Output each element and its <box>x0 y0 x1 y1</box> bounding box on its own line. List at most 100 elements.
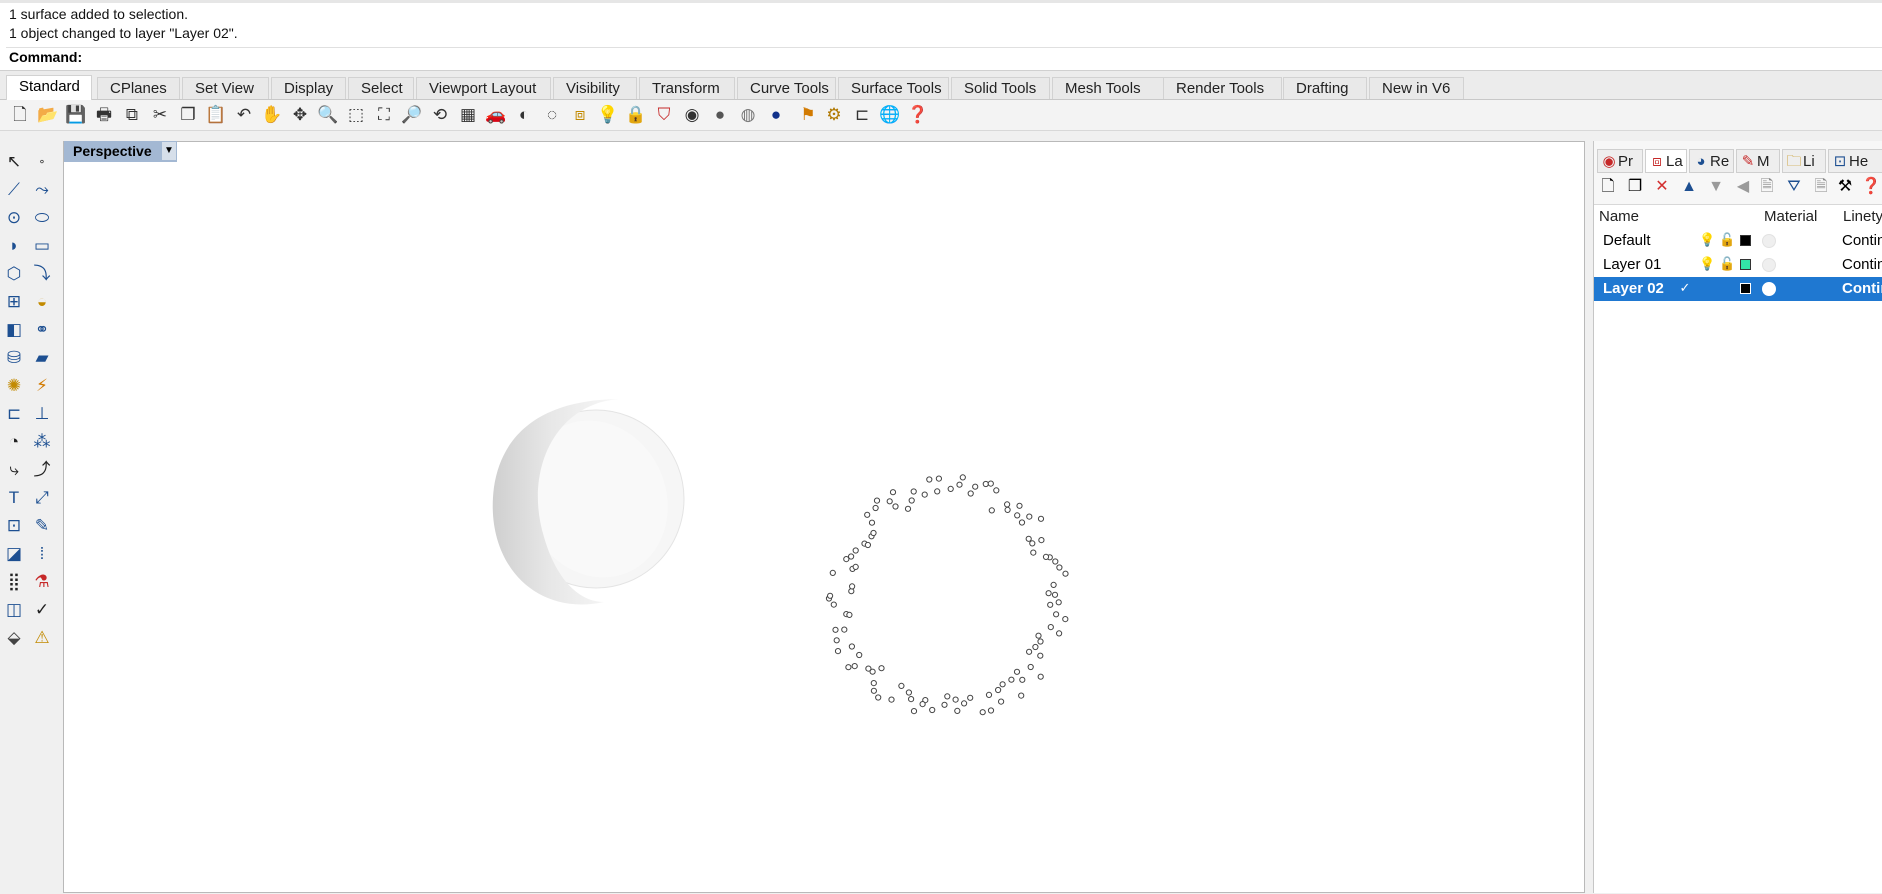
point-object[interactable] <box>1056 630 1063 637</box>
new-layer-icon[interactable]: 🗋 <box>1598 177 1618 197</box>
point-object[interactable] <box>1026 648 1033 655</box>
point-object[interactable] <box>972 483 979 490</box>
hammer-icon[interactable]: ⚒ <box>1835 177 1855 197</box>
point-object[interactable] <box>947 485 954 492</box>
rendered-sphere-icon[interactable]: ● <box>765 104 787 126</box>
point-object[interactable] <box>829 569 836 576</box>
point-object[interactable] <box>865 665 872 672</box>
point-object[interactable] <box>935 475 943 482</box>
tab-select[interactable]: Select <box>348 77 414 99</box>
light-icon[interactable]: ✺ <box>3 375 25 397</box>
pan-hand-icon[interactable]: ✋ <box>261 104 283 126</box>
surface-points-icon[interactable]: ⊞ <box>3 291 25 313</box>
rotate-camera-icon[interactable]: ⟲ <box>429 104 451 126</box>
tab-cplanes[interactable]: CPlanes <box>97 77 180 99</box>
point-object[interactable] <box>870 529 877 537</box>
viewport-canvas[interactable] <box>64 142 1586 894</box>
tab-visibility[interactable]: Visibility <box>553 77 637 99</box>
split-icon[interactable]: ⁂ <box>31 431 53 453</box>
point-object[interactable] <box>834 648 842 655</box>
current-layer-check-icon[interactable]: ✓ <box>1677 280 1693 296</box>
point-object[interactable] <box>1038 537 1045 544</box>
rotate-view-icon[interactable]: ✥ <box>289 104 311 126</box>
point-object[interactable] <box>1056 564 1063 571</box>
point-object[interactable] <box>904 505 912 512</box>
point-object[interactable] <box>961 700 968 707</box>
point-object[interactable] <box>1008 676 1015 683</box>
point-object[interactable] <box>852 547 859 554</box>
point-object[interactable] <box>988 507 995 514</box>
layer-options-icon[interactable]: 🗎 <box>1757 177 1777 197</box>
layer-row-default[interactable]: Default 💡 🔓 Contin <box>1594 229 1882 253</box>
point-object[interactable] <box>868 519 876 526</box>
point-object[interactable] <box>979 709 986 716</box>
point-object[interactable] <box>929 706 936 714</box>
loft-surface-icon[interactable]: ◒ <box>31 291 53 313</box>
point-object[interactable] <box>998 698 1005 705</box>
point-object[interactable] <box>1037 652 1044 659</box>
layer-color-swatch[interactable] <box>1740 283 1751 294</box>
point-object[interactable] <box>1051 591 1059 598</box>
point-object[interactable] <box>889 489 897 496</box>
panel-tab-materials[interactable]: ✎ M <box>1736 149 1780 173</box>
lightbulb-on-icon[interactable]: 💡 <box>1699 256 1715 272</box>
command-input[interactable] <box>94 50 1878 68</box>
explode-icon[interactable]: ⤴ <box>31 459 53 481</box>
trim-icon[interactable]: ◔ <box>3 431 25 453</box>
dimension-icon[interactable]: ⊏ <box>851 104 873 126</box>
panel-tab-properties[interactable]: ◉ Pr <box>1597 149 1643 173</box>
point-object[interactable] <box>1016 502 1023 509</box>
point-object[interactable] <box>878 665 885 672</box>
material-dot[interactable] <box>1762 234 1776 248</box>
point-cloud[interactable] <box>825 474 1069 716</box>
point-object[interactable] <box>967 490 974 497</box>
tab-display[interactable]: Display <box>271 77 346 99</box>
leader-icon[interactable]: ⊥ <box>31 403 53 425</box>
perspective-viewport[interactable] <box>63 141 1585 893</box>
zoom-selected-icon[interactable]: 🔎 <box>401 104 423 126</box>
color-wheel-icon[interactable]: ◉ <box>681 104 703 126</box>
point-object[interactable] <box>1032 643 1039 651</box>
tab-curve-tools[interactable]: Curve Tools <box>737 77 836 99</box>
import-icon[interactable]: ⧉ <box>121 104 143 126</box>
point-object[interactable] <box>982 480 989 488</box>
move-down-icon[interactable]: ▼ <box>1706 177 1726 197</box>
point-object[interactable] <box>833 637 840 644</box>
point-object[interactable] <box>934 488 941 495</box>
point-object[interactable] <box>926 476 933 483</box>
boolean-union-icon[interactable]: ⚭ <box>31 319 53 341</box>
point-object[interactable] <box>995 686 1002 694</box>
dimension-tool-icon[interactable]: ⊏ <box>3 403 25 425</box>
point-object[interactable] <box>1030 549 1037 556</box>
show-icon[interactable]: ◌ <box>541 104 563 126</box>
point-object[interactable] <box>886 498 893 505</box>
tab-set-view[interactable]: Set View <box>182 77 269 99</box>
point-object[interactable] <box>1027 663 1034 671</box>
point-object[interactable] <box>1004 506 1011 513</box>
point-object[interactable] <box>1055 599 1062 606</box>
point-object[interactable] <box>1045 590 1052 597</box>
point-object[interactable] <box>875 694 882 701</box>
join-icon[interactable]: ⤷ <box>3 459 25 481</box>
block-icon[interactable]: ⚗ <box>31 571 53 593</box>
new-file-icon[interactable]: 🗋 <box>9 104 31 126</box>
point-object[interactable] <box>1026 513 1033 520</box>
point-object[interactable] <box>1035 632 1042 639</box>
point-object[interactable] <box>1052 558 1059 565</box>
point-object[interactable] <box>832 626 839 633</box>
point-object[interactable] <box>941 701 948 708</box>
point-object[interactable] <box>987 707 995 714</box>
tab-transform[interactable]: Transform <box>639 77 735 99</box>
tab-standard[interactable]: Standard <box>6 75 92 100</box>
point-object[interactable] <box>841 626 848 633</box>
point-object[interactable] <box>921 491 928 498</box>
point-object[interactable] <box>999 681 1006 688</box>
point-object[interactable] <box>1047 624 1054 631</box>
layer-row-layer-02[interactable]: Layer 02 ✓ Contin <box>1594 277 1882 301</box>
column-linetype[interactable]: Linety <box>1843 208 1882 225</box>
lightbulb-icon[interactable]: 💡 <box>597 104 619 126</box>
grid-dots-icon[interactable]: ⁞ <box>31 543 53 565</box>
tab-surface-tools[interactable]: Surface Tools <box>838 77 949 99</box>
point-object[interactable] <box>852 563 859 570</box>
point-object[interactable] <box>1025 535 1032 542</box>
